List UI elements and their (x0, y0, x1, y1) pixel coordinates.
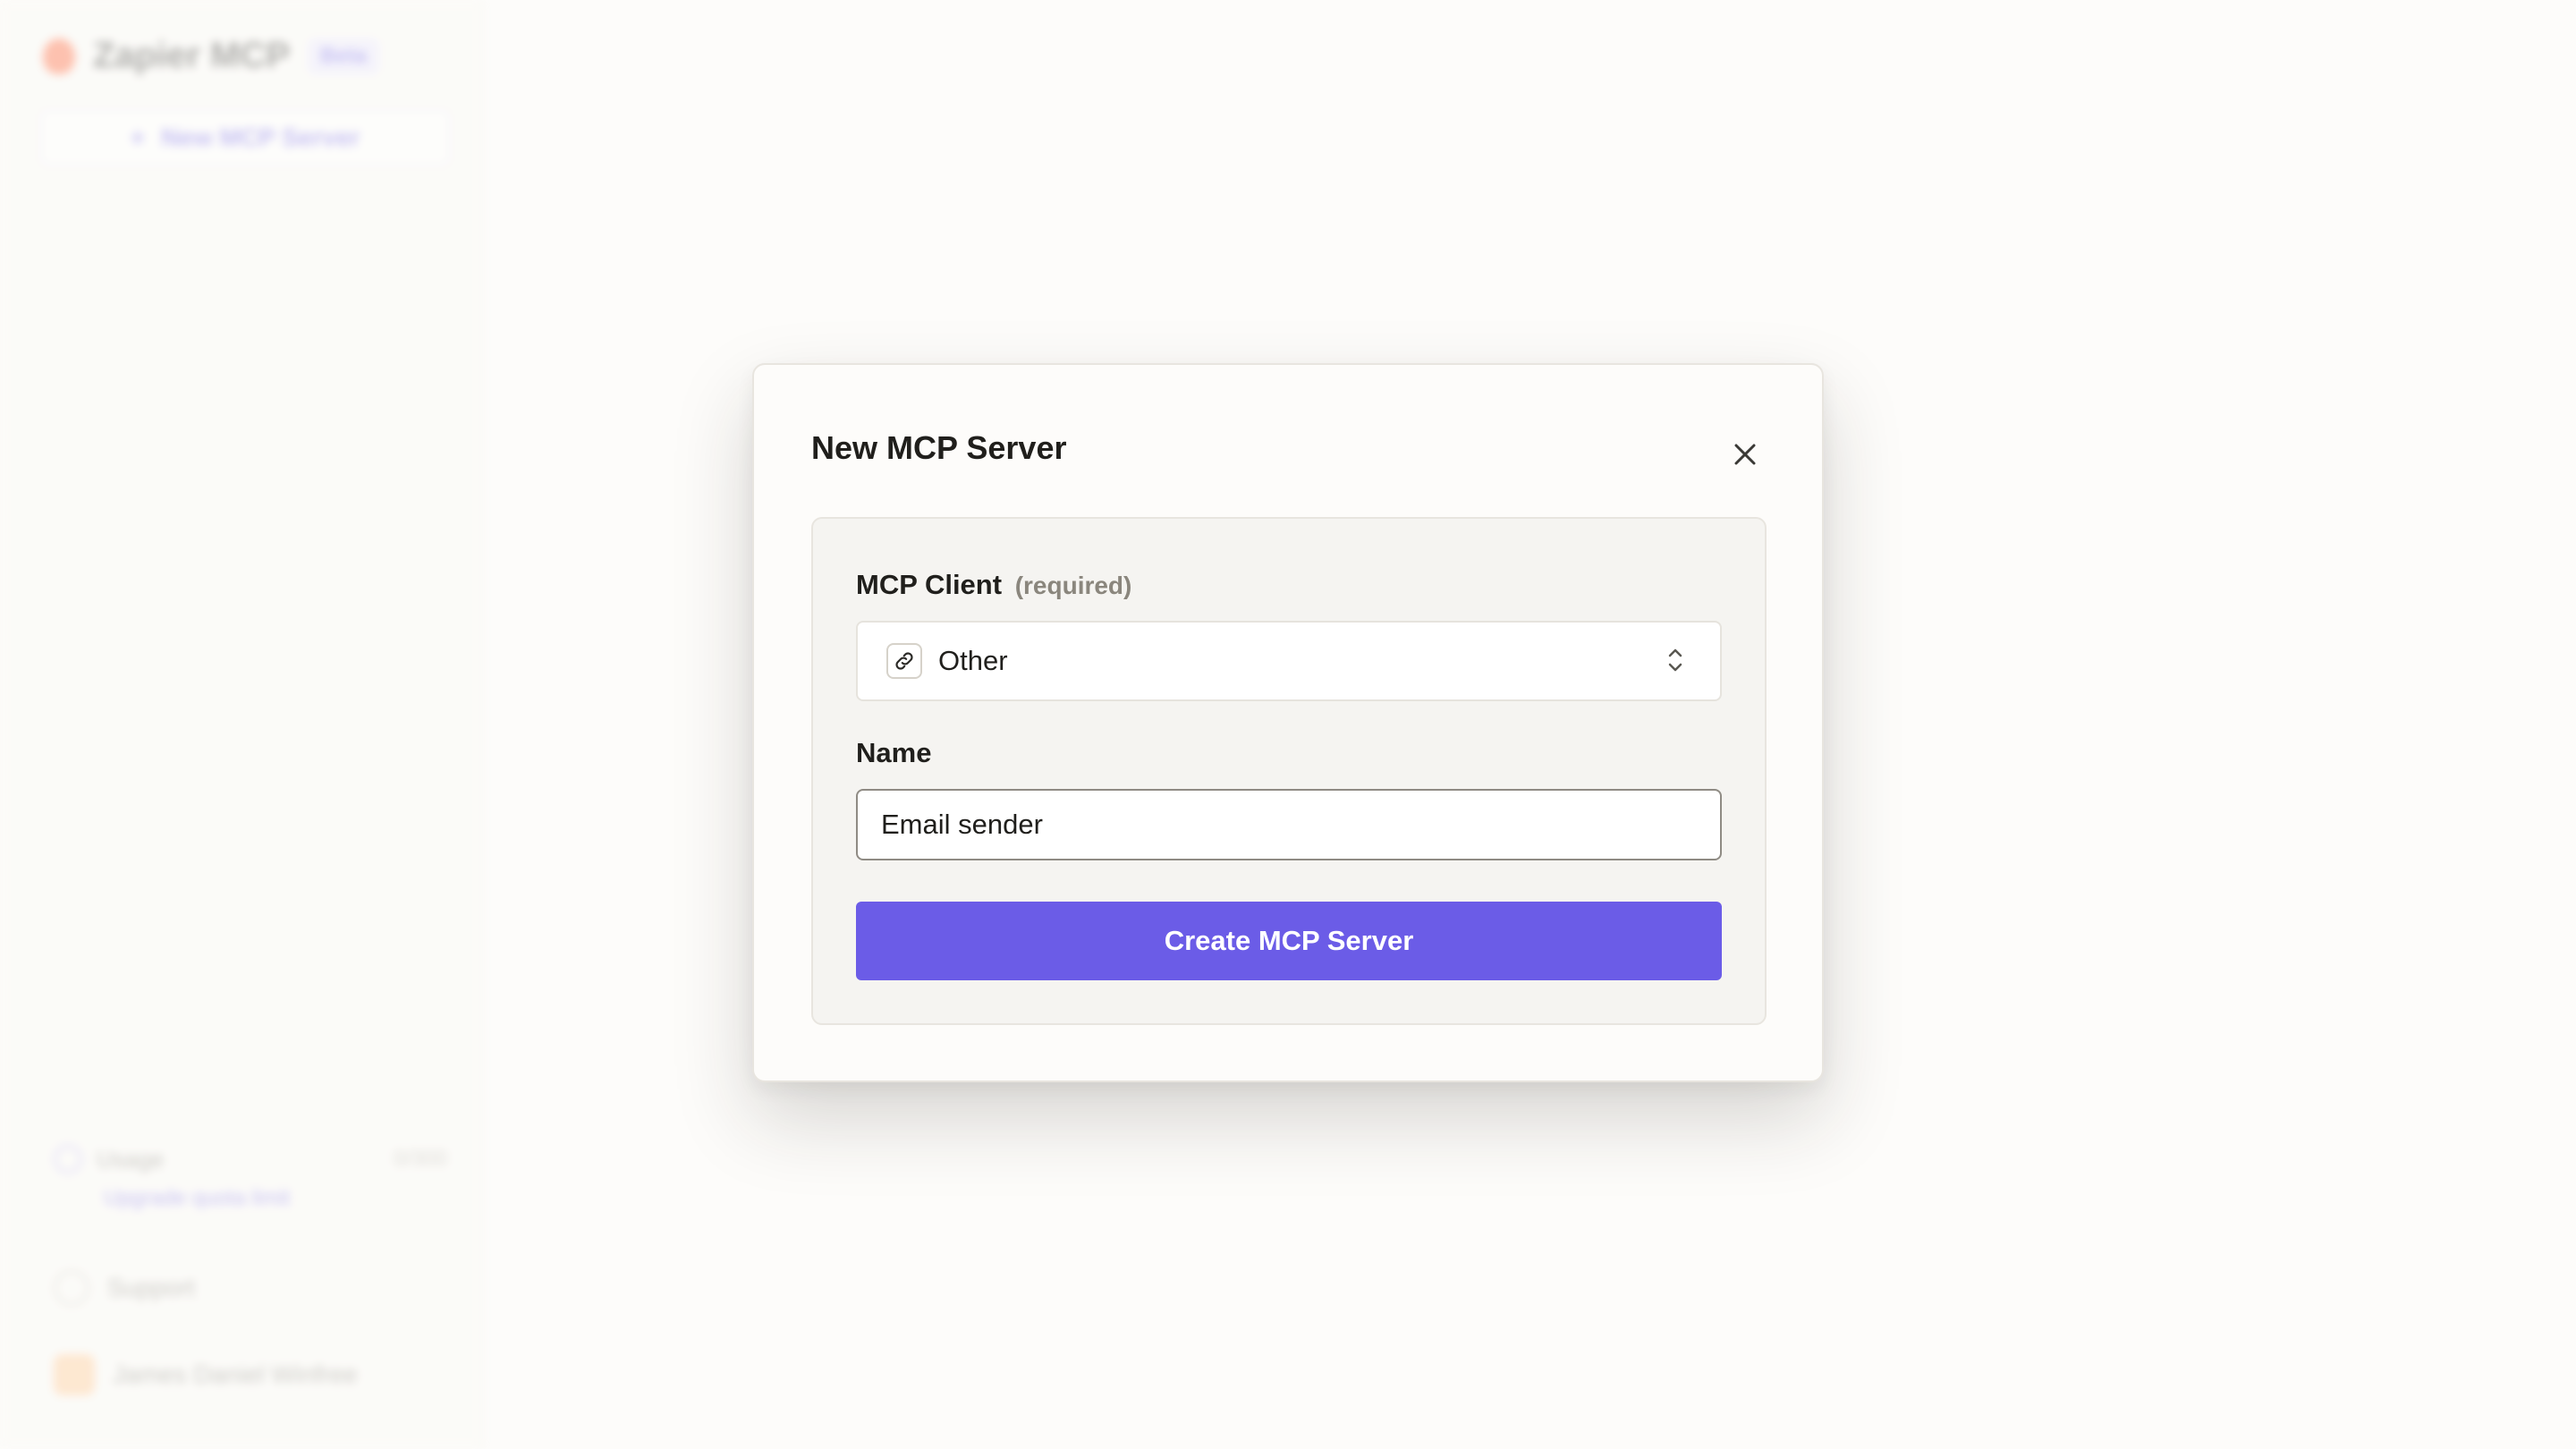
mcp-client-select[interactable]: Other (856, 621, 1722, 701)
selected-client: Other (938, 645, 1008, 676)
dialog-title: New MCP Server (811, 429, 1067, 466)
mcp-client-label: MCP Client (required) (856, 569, 1131, 601)
close-button[interactable] (1725, 435, 1765, 474)
new-mcp-server-dialog: New MCP Server MCP Client (required) Oth… (752, 363, 1824, 1082)
chevron-updown-icon (1668, 648, 1682, 672)
close-icon (1734, 444, 1756, 465)
required-hint: (required) (1014, 572, 1132, 599)
form-card: MCP Client (required) Other Name Create … (811, 517, 1767, 1025)
name-label: Name (856, 737, 932, 768)
link-icon (886, 643, 922, 679)
mcp-client-label-text: MCP Client (856, 569, 1003, 600)
create-mcp-server-button[interactable]: Create MCP Server (856, 902, 1722, 980)
name-input[interactable] (856, 789, 1722, 860)
